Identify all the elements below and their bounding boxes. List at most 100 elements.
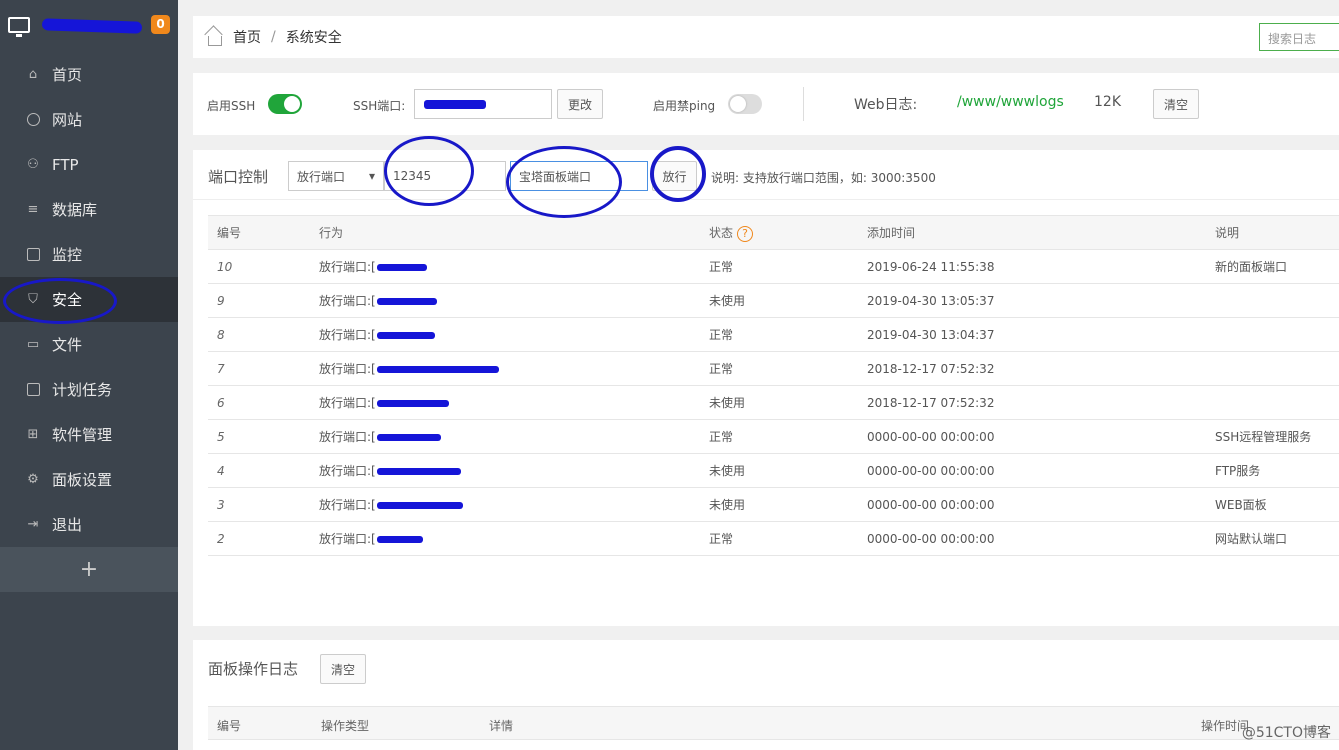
- change-port-button[interactable]: 更改: [557, 89, 603, 119]
- sidebar-item-label: 退出: [52, 516, 83, 534]
- row-status: 未使用: [700, 487, 858, 522]
- gear-icon: ⚙: [27, 472, 39, 487]
- table-row: 2 放行端口:[ 正常 0000-00-00 00:00:00 网站默认端口: [208, 521, 1339, 556]
- row-action: 放行端口:[: [310, 453, 700, 488]
- row-id: 8: [208, 317, 310, 352]
- sidebar-item-label: 面板设置: [52, 471, 113, 489]
- sidebar-item-label: 监控: [52, 246, 83, 264]
- table-row: 6 放行端口:[ 未使用 2018-12-17 07:52:32: [208, 385, 1339, 420]
- ping-label: 启用禁ping: [653, 99, 716, 113]
- ssh-toggle[interactable]: [268, 94, 302, 114]
- row-status: 未使用: [700, 283, 858, 318]
- row-id: 2: [208, 521, 310, 556]
- row-status: 未使用: [700, 453, 858, 488]
- sidebar-item-home[interactable]: ⌂ 首页: [0, 52, 178, 97]
- port-description-input[interactable]: 宝塔面板端口: [510, 161, 648, 191]
- notification-badge[interactable]: 0: [151, 15, 170, 34]
- sidebar-item-crontab[interactable]: 计划任务: [0, 367, 178, 412]
- row-note: [1206, 351, 1339, 386]
- sidebar-item-settings[interactable]: ⚙ 面板设置: [0, 457, 178, 502]
- globe-icon: [26, 113, 40, 127]
- sidebar-item-security[interactable]: ⛉ 安全: [0, 277, 178, 322]
- sidebar-item-monitor[interactable]: 监控: [0, 232, 178, 277]
- row-action: 放行端口:[: [310, 317, 700, 352]
- row-time: 0000-00-00 00:00:00: [858, 453, 1206, 488]
- sidebar-item-label: FTP: [52, 155, 79, 174]
- row-id: 9: [208, 283, 310, 318]
- row-status: 正常: [700, 521, 858, 556]
- sidebar-item-logout[interactable]: ⇥ 退出: [0, 502, 178, 547]
- port-control-title: 端口控制: [208, 168, 269, 186]
- ssh-settings-panel: 启用SSH SSH端口: 更改 启用禁ping Web日志: /www/wwwl…: [193, 73, 1339, 135]
- col-status: 状态?: [700, 215, 858, 250]
- sidebar-item-ftp[interactable]: ⚇ FTP: [0, 142, 178, 187]
- sidebar-item-database[interactable]: ≡ 数据库: [0, 187, 178, 232]
- log-col-id: 编号: [217, 719, 242, 733]
- clear-log-button[interactable]: 清空: [320, 654, 366, 684]
- row-id: 3: [208, 487, 310, 522]
- sidebar-item-label: 数据库: [52, 201, 98, 219]
- weblog-path[interactable]: /www/wwwlogs: [957, 94, 1064, 110]
- clear-weblog-button[interactable]: 清空: [1153, 89, 1199, 119]
- server-monitor-icon: [8, 17, 30, 37]
- panel-log-panel: 面板操作日志 清空 编号 操作类型 详情 操作时间: [193, 640, 1339, 750]
- search-log-input[interactable]: 搜索日志: [1259, 23, 1339, 51]
- table-row: 7 放行端口:[ 正常 2018-12-17 07:52:32: [208, 351, 1339, 386]
- add-button[interactable]: +: [0, 547, 178, 592]
- table-row: 5 放行端口:[ 正常 0000-00-00 00:00:00 SSH远程管理服…: [208, 419, 1339, 454]
- row-action: 放行端口:[: [310, 419, 700, 454]
- table-header-row: 编号 行为 状态? 添加时间 说明: [208, 215, 1339, 250]
- row-action: 放行端口:[: [310, 385, 700, 420]
- col-action: 行为: [310, 215, 700, 250]
- row-status: 正常: [700, 351, 858, 386]
- row-note: [1206, 385, 1339, 420]
- sidebar-menu: ⌂ 首页 网站 ⚇ FTP ≡ 数据库 监控 ⛉ 安全 ▭ 文件 计划任务 ⊞ …: [0, 52, 178, 592]
- sidebar-item-label: 网站: [52, 111, 83, 129]
- home-icon[interactable]: [205, 29, 223, 46]
- port-control-panel: 端口控制 放行端口 ▾ 12345 宝塔面板端口 放行 说明: 支持放行端口范围…: [193, 150, 1339, 626]
- ping-toggle[interactable]: [728, 94, 762, 114]
- sidebar-item-label: 首页: [52, 66, 83, 84]
- row-note: SSH远程管理服务: [1206, 419, 1339, 454]
- sidebar-item-label: 软件管理: [52, 426, 113, 444]
- ssh-port-input[interactable]: [414, 89, 552, 119]
- table-row: 9 放行端口:[ 未使用 2019-04-30 13:05:37: [208, 283, 1339, 318]
- col-time: 添加时间: [858, 215, 1206, 250]
- port-action-select[interactable]: 放行端口 ▾: [288, 161, 384, 191]
- breadcrumb-current: 系统安全: [285, 30, 342, 46]
- database-icon: ≡: [27, 202, 39, 217]
- breadcrumb-home[interactable]: 首页: [233, 27, 261, 47]
- row-time: 0000-00-00 00:00:00: [858, 419, 1206, 454]
- sidebar-item-software[interactable]: ⊞ 软件管理: [0, 412, 178, 457]
- row-status: 未使用: [700, 385, 858, 420]
- watermark: @51CTO博客: [1241, 725, 1331, 741]
- row-time: 2018-12-17 07:52:32: [858, 351, 1206, 386]
- row-status: 正常: [700, 419, 858, 454]
- port-input[interactable]: 12345: [384, 161, 506, 191]
- sidebar-header: 0: [0, 0, 178, 50]
- row-time: 2019-04-30 13:05:37: [858, 283, 1206, 318]
- table-row: 8 放行端口:[ 正常 2019-04-30 13:04:37: [208, 317, 1339, 352]
- help-icon[interactable]: ?: [737, 225, 754, 242]
- row-action: 放行端口:[: [310, 521, 700, 556]
- table-row: 4 放行端口:[ 未使用 0000-00-00 00:00:00 FTP服务: [208, 453, 1339, 488]
- sidebar-item-files[interactable]: ▭ 文件: [0, 322, 178, 367]
- weblog-label: Web日志:: [854, 97, 918, 113]
- allow-port-button[interactable]: 放行: [652, 161, 697, 191]
- row-note: WEB面板: [1206, 487, 1339, 522]
- row-id: 6: [208, 385, 310, 420]
- monitor-chart-icon: [26, 248, 40, 262]
- sidebar-item-website[interactable]: 网站: [0, 97, 178, 142]
- row-status: 正常: [700, 249, 858, 284]
- breadcrumb: 首页 / 系统安全 搜索日志: [193, 16, 1339, 58]
- log-col-type: 操作类型: [321, 719, 370, 733]
- breadcrumb-separator: /: [271, 29, 276, 45]
- log-title: 面板操作日志: [208, 660, 299, 678]
- row-action: 放行端口:[: [310, 283, 700, 318]
- sidebar: 0 ⌂ 首页 网站 ⚇ FTP ≡ 数据库 监控 ⛉ 安全 ▭ 文件 计划任务 …: [0, 0, 178, 750]
- row-time: 2018-12-17 07:52:32: [858, 385, 1206, 420]
- table-row: 3 放行端口:[ 未使用 0000-00-00 00:00:00 WEB面板: [208, 487, 1339, 522]
- row-status: 正常: [700, 317, 858, 352]
- logout-icon: ⇥: [27, 517, 39, 532]
- row-time: 2019-04-30 13:04:37: [858, 317, 1206, 352]
